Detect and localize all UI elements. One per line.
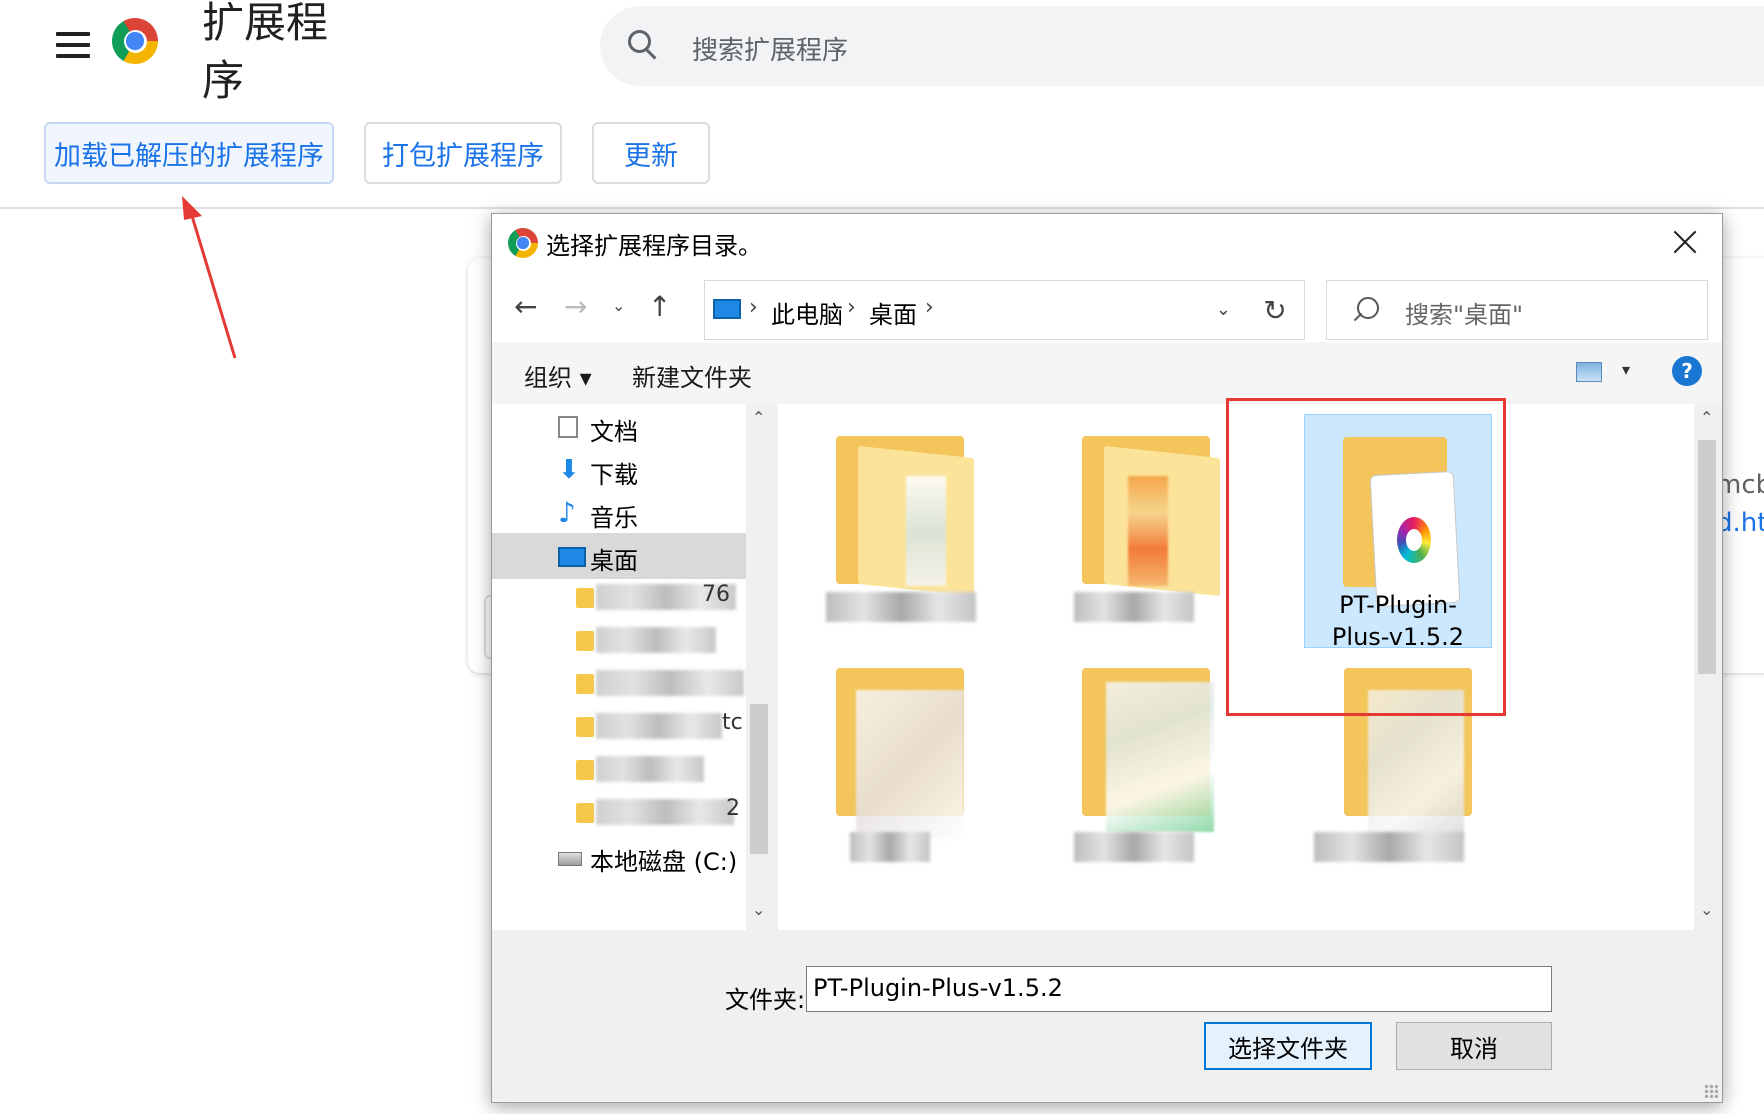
extension-card-link[interactable]: d.htr (1716, 508, 1764, 538)
nav-item-label: 文档 (590, 418, 638, 446)
drive-icon (558, 852, 582, 866)
extension-card-text: mcb (1716, 470, 1764, 500)
blurred-folder-name[interactable] (596, 713, 722, 739)
help-icon[interactable]: ? (1672, 356, 1702, 386)
desktop-icon (558, 547, 586, 567)
download-arrow-icon: ⬇ (558, 455, 580, 485)
pack-extension-button[interactable]: 打包扩展程序 (364, 122, 562, 184)
blurred-folder-name[interactable] (596, 756, 704, 782)
chevron-right-icon[interactable]: › (925, 295, 934, 320)
folder-item[interactable] (1052, 666, 1242, 900)
breadcrumb-this-pc[interactable]: 此电脑 (771, 295, 843, 330)
folder-name-fragment: 2 (726, 796, 740, 821)
scroll-thumb[interactable] (750, 704, 768, 854)
search-icon (628, 30, 652, 54)
dialog-search-placeholder: 搜索"桌面" (1405, 301, 1524, 329)
extensions-search-bar[interactable]: 搜索扩展程序 (600, 6, 1764, 86)
breadcrumb-desktop[interactable]: 桌面 (869, 295, 917, 330)
main-menu-icon[interactable] (56, 32, 90, 58)
folder-name-fragment: 76 (702, 582, 730, 607)
dialog-title: 选择扩展程序目录。 (546, 232, 762, 260)
select-folder-dialog: 选择扩展程序目录。 ← → ⌄ ↑ › 此电脑 › 桌面 › ⌄ ↻ 搜索"桌面… (491, 213, 1723, 1103)
nav-item-desktop[interactable]: 桌面 (492, 533, 746, 579)
blurred-thumbnail (1128, 476, 1168, 586)
organize-menu[interactable]: 组织 ▾ (524, 358, 592, 393)
search-placeholder: 搜索扩展程序 (692, 36, 849, 66)
document-icon (558, 416, 578, 438)
chrome-logo-icon (112, 18, 158, 64)
chevron-right-icon[interactable]: › (749, 295, 758, 320)
folder-item[interactable] (806, 406, 996, 640)
search-icon (1357, 297, 1379, 319)
annotation-arrow (182, 196, 237, 359)
dialog-toolbar: 组织 ▾ 新建文件夹 ▾ ? (492, 342, 1722, 404)
load-unpacked-button[interactable]: 加载已解压的扩展程序 (44, 122, 334, 184)
back-arrow-icon[interactable]: ← (514, 290, 537, 323)
blurred-file-name (1074, 832, 1194, 862)
change-view-icon[interactable] (1576, 362, 1602, 382)
recent-locations-chevron-icon[interactable]: ⌄ (612, 296, 625, 315)
blurred-thumbnail (906, 476, 946, 586)
folder-icon (576, 760, 594, 780)
refresh-icon[interactable]: ↻ (1246, 280, 1305, 340)
toolbar-divider (0, 207, 1764, 209)
blurred-file-name (1314, 832, 1464, 862)
blurred-file-name (1074, 592, 1194, 622)
page-title: 扩展程序 (202, 0, 329, 105)
address-navbar: ← → ⌄ ↑ › 此电脑 › 桌面 › ⌄ ↻ 搜索"桌面" (492, 270, 1722, 342)
folder-name-input[interactable]: PT-Plugin-Plus-v1.5.2 (806, 966, 1552, 1012)
folder-icon (576, 717, 594, 737)
scroll-up-icon[interactable]: ⌃ (752, 408, 765, 427)
file-list-scrollbar[interactable]: ⌃ ⌄ (1694, 404, 1720, 930)
chrome-logo-icon (508, 228, 538, 258)
scroll-down-icon[interactable]: ⌄ (752, 900, 765, 919)
folder-icon (576, 631, 594, 651)
scroll-thumb[interactable] (1698, 440, 1716, 674)
folder-name-fragment: tc (722, 710, 743, 735)
nav-item-downloads[interactable]: ⬇ 下载 (492, 447, 746, 493)
close-icon[interactable] (1664, 220, 1708, 264)
select-folder-button[interactable]: 选择文件夹 (1204, 1022, 1372, 1070)
folder-icon (576, 588, 594, 608)
address-bar[interactable]: › 此电脑 › 桌面 › ⌄ (704, 280, 1248, 340)
view-options-caret-icon[interactable]: ▾ (1622, 360, 1630, 379)
annotation-highlight-box (1226, 398, 1506, 716)
folder-icon (576, 803, 594, 823)
dialog-titlebar: 选择扩展程序目录。 (492, 214, 1722, 270)
nav-item-documents[interactable]: 文档 (492, 404, 746, 450)
folder-icon (576, 674, 594, 694)
blurred-thumbnail (1106, 682, 1214, 832)
forward-arrow-icon[interactable]: → (564, 290, 587, 323)
music-note-icon: ♪ (558, 496, 576, 529)
up-arrow-icon[interactable]: ↑ (648, 290, 671, 323)
nav-item-label: 下载 (590, 461, 638, 489)
blurred-folder-name[interactable] (596, 670, 744, 696)
address-dropdown-chevron-icon[interactable]: ⌄ (1216, 299, 1231, 320)
chevron-right-icon[interactable]: › (847, 295, 856, 320)
blurred-file-name (826, 592, 976, 622)
folder-item[interactable] (806, 666, 996, 900)
navigation-scrollbar[interactable]: ⌃ ⌄ (746, 404, 772, 930)
new-folder-button[interactable]: 新建文件夹 (632, 358, 752, 393)
nav-item-label: 本地磁盘 (C:) (590, 848, 738, 876)
scroll-up-icon[interactable]: ⌃ (1700, 408, 1713, 427)
blurred-thumbnail (856, 690, 964, 840)
folder-field-label: 文件夹: (725, 986, 806, 1014)
update-button[interactable]: 更新 (592, 122, 710, 184)
nav-item-label: 音乐 (590, 504, 638, 532)
nav-item-local-disk[interactable]: 本地磁盘 (C:) (492, 834, 746, 880)
nav-item-music[interactable]: ♪ 音乐 (492, 490, 746, 536)
folder-item[interactable] (1052, 406, 1242, 640)
cancel-button[interactable]: 取消 (1396, 1022, 1552, 1070)
blurred-folder-name[interactable] (596, 627, 716, 653)
this-pc-icon (713, 299, 741, 319)
blurred-folder-name[interactable] (596, 799, 734, 825)
blurred-file-name (850, 832, 930, 862)
navigation-pane: 文档 ⬇ 下载 ♪ 音乐 桌面 76 tc 2 本地磁盘 (C:) ⌃ ⌄ (492, 404, 772, 930)
scroll-down-icon[interactable]: ⌄ (1700, 900, 1713, 919)
resize-grip-icon[interactable] (1704, 1084, 1718, 1098)
nav-item-label: 桌面 (590, 547, 638, 575)
dialog-search-box[interactable]: 搜索"桌面" (1326, 280, 1708, 340)
